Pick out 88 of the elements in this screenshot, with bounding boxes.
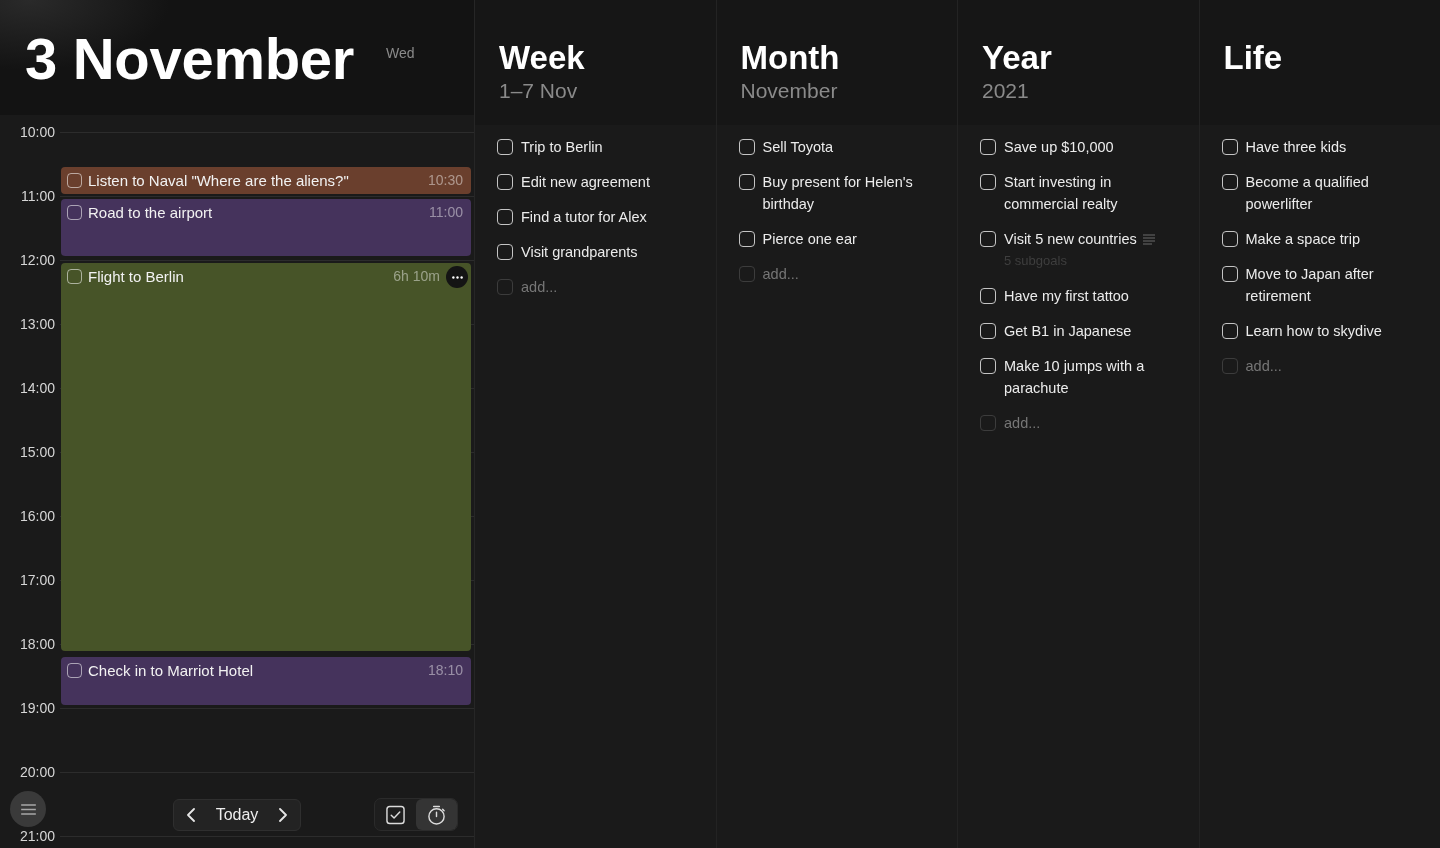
event-title: Check in to Marriot Hotel — [88, 661, 255, 681]
event-title: Listen to Naval "Where are the aliens?" — [88, 171, 350, 191]
checked-box-icon — [386, 804, 405, 825]
empty-checkbox-icon — [497, 279, 513, 295]
hour-label: 19:00 — [18, 700, 55, 716]
event-time: 18:10 — [427, 661, 463, 680]
column-title: Month — [740, 38, 841, 78]
more-icon — [451, 275, 463, 279]
checkbox[interactable] — [980, 323, 996, 339]
more-button[interactable] — [446, 266, 468, 288]
column-title: Year — [982, 38, 1053, 78]
event-block[interactable]: Flight to Berlin 6h 10m — [61, 263, 471, 651]
hour-label: 16:00 — [18, 508, 55, 524]
chevron-right-icon — [279, 808, 288, 822]
hour-label: 15:00 — [18, 444, 55, 460]
event-title: Flight to Berlin — [88, 267, 185, 287]
checkbox[interactable] — [497, 139, 513, 155]
weekday-label: Wed — [386, 44, 415, 62]
menu-button[interactable] — [10, 791, 46, 827]
checkbox[interactable] — [980, 231, 996, 247]
task-text[interactable]: Visit grandparents — [521, 241, 638, 263]
event-title: Road to the airport — [88, 203, 214, 223]
add-task-field[interactable]: add... — [521, 276, 694, 298]
hour-label: 18:00 — [18, 636, 55, 652]
add-task-field[interactable]: add... — [1004, 412, 1177, 434]
stopwatch-icon — [427, 804, 446, 825]
add-task-field[interactable]: add... — [1245, 355, 1418, 377]
task-text[interactable]: Get B1 in Japanese — [1004, 320, 1132, 342]
column-subtitle: November — [740, 78, 839, 104]
checkbox[interactable] — [1221, 266, 1238, 282]
hour-label: 20:00 — [18, 764, 55, 780]
column-title: Week — [499, 38, 586, 78]
hour-label: 12:00 — [18, 252, 55, 268]
checkbox[interactable] — [1221, 139, 1238, 155]
task-text[interactable]: Pierce one ear — [762, 228, 857, 250]
hour-label: 13:00 — [18, 316, 55, 332]
column-subtitle: 2021 — [982, 78, 1030, 104]
task-text[interactable]: Make a space trip — [1245, 228, 1360, 250]
checkbox[interactable] — [1221, 231, 1238, 247]
task-text[interactable]: Sell Toyota — [762, 136, 834, 158]
checkbox[interactable] — [980, 288, 996, 304]
checkbox[interactable] — [980, 358, 996, 374]
empty-checkbox-icon — [1221, 358, 1238, 374]
task-text[interactable]: Make 10 jumps with a parachute — [1004, 355, 1177, 399]
checkbox[interactable] — [980, 139, 996, 155]
checkbox[interactable] — [1221, 174, 1238, 190]
event-time: 6h 10m — [393, 267, 440, 286]
task-text[interactable]: Visit 5 new countries — [1004, 228, 1137, 250]
task-text[interactable]: Have my first tattoo — [1004, 285, 1129, 307]
event-time: 11:00 — [429, 203, 463, 222]
task-text[interactable]: Trip to Berlin — [521, 136, 603, 158]
task-text[interactable]: Edit new agreement — [521, 171, 650, 193]
empty-checkbox-icon — [980, 415, 996, 431]
empty-checkbox-icon — [738, 266, 755, 282]
checkbox[interactable] — [738, 174, 755, 190]
task-text[interactable]: Move to Japan after retirement — [1245, 263, 1418, 307]
task-text[interactable]: Start investing in commercial realty — [1004, 171, 1177, 215]
hour-label: 14:00 — [18, 380, 55, 396]
checkbox[interactable] — [497, 244, 513, 260]
add-task-field[interactable]: add... — [762, 263, 935, 285]
hour-label: 21:00 — [18, 828, 55, 844]
task-text[interactable]: Buy present for Helen's birthday — [762, 171, 935, 215]
event-block[interactable]: Check in to Marriot Hotel 18:10 — [61, 657, 471, 705]
checkbox[interactable] — [497, 209, 513, 225]
today-button[interactable]: Today — [203, 802, 271, 828]
hour-label: 11:00 — [20, 188, 55, 204]
hour-label: 10:00 — [18, 124, 55, 140]
event-time: 10:30 — [427, 171, 463, 190]
day-title: 3 November — [25, 27, 355, 91]
timer-view-button[interactable] — [416, 799, 457, 830]
checkbox[interactable] — [980, 174, 996, 190]
column-title: Life — [1223, 38, 1284, 78]
task-text[interactable]: Become a qualified powerlifter — [1245, 171, 1418, 215]
menu-icon — [20, 803, 36, 815]
task-text[interactable]: Learn how to skydive — [1245, 320, 1382, 342]
checkbox[interactable] — [738, 139, 755, 155]
checkbox[interactable] — [497, 174, 513, 190]
checkbox[interactable] — [738, 231, 755, 247]
task-text[interactable]: Find a tutor for Alex — [521, 206, 647, 228]
event-block[interactable]: Listen to Naval "Where are the aliens?" 10:30 — [61, 167, 471, 194]
task-text[interactable]: Have three kids — [1245, 136, 1347, 158]
event-block[interactable]: Road to the airport 11:00 — [61, 199, 471, 256]
column-subtitle: 1–7 Nov — [499, 78, 579, 104]
checkbox[interactable] — [1221, 323, 1238, 339]
chevron-left-icon — [186, 808, 195, 822]
hour-label: 17:00 — [18, 572, 55, 588]
list-lines-icon — [1142, 233, 1155, 245]
task-text[interactable]: Save up $10,000 — [1004, 136, 1114, 158]
